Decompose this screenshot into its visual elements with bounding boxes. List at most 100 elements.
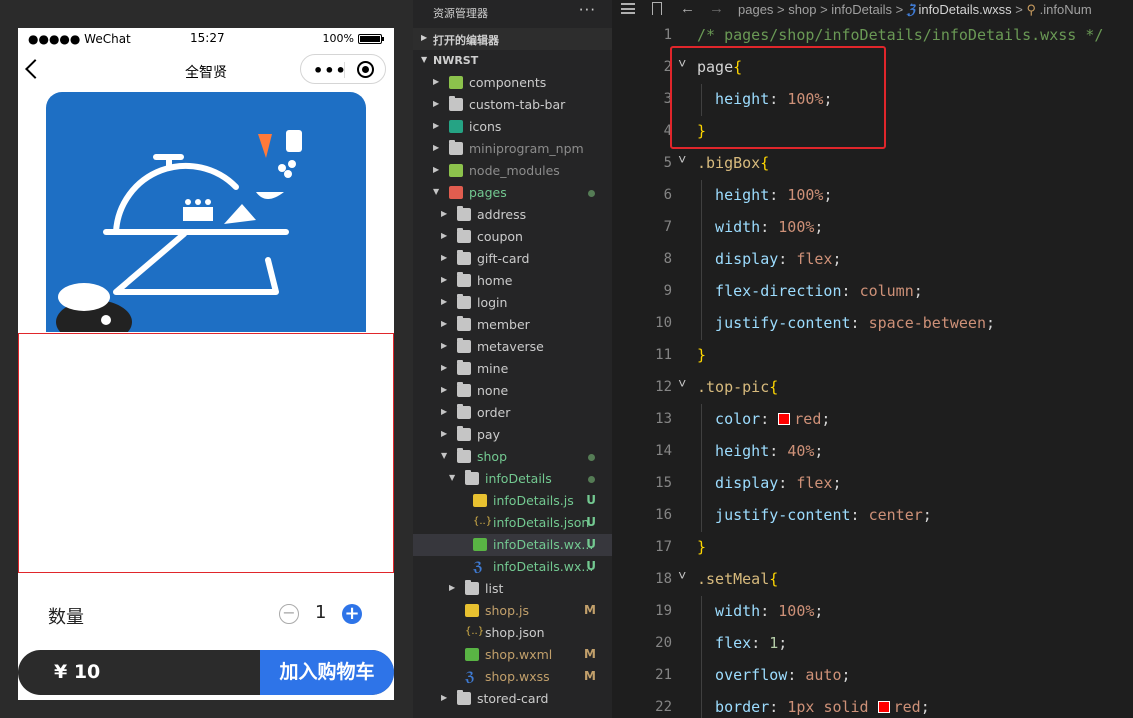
tree-item[interactable]: ▶ list [413, 578, 612, 600]
color-swatch-icon[interactable] [877, 701, 890, 713]
fold-chevron-icon[interactable]: ˅ [678, 376, 686, 393]
folder-icon [449, 120, 463, 133]
chevron-right-icon[interactable]: ▶ [433, 99, 439, 108]
color-swatch-icon[interactable] [778, 413, 791, 425]
tree-item[interactable]: {..} shop.json [413, 622, 612, 644]
fold-chevron-icon[interactable]: ˅ [678, 152, 686, 169]
tree-item[interactable]: ▶ metaverse [413, 336, 612, 358]
tree-item[interactable]: ℨinfoDetails.wx... U [413, 556, 612, 578]
tree-item[interactable]: ▶ coupon [413, 226, 612, 248]
code-token: { [769, 378, 779, 396]
breadcrumb-segment[interactable]: infoDetails [831, 2, 892, 17]
fold-chevron-icon[interactable]: ˅ [678, 568, 686, 585]
tree-item[interactable]: infoDetails.js U [413, 490, 612, 512]
chevron-right-icon[interactable]: ▶ [433, 165, 439, 174]
tree-item[interactable]: shop.js M [413, 600, 612, 622]
list-icon[interactable] [621, 3, 635, 14]
tree-item[interactable]: ▶ components [413, 72, 612, 94]
breadcrumb-file[interactable]: infoDetails.wxss [918, 2, 1011, 17]
tree-item[interactable]: infoDetails.wx... U [413, 534, 612, 556]
chevron-right-icon[interactable]: ▶ [441, 297, 447, 306]
chevron-right-icon[interactable]: ▶ [441, 319, 447, 328]
chevron-down-icon[interactable]: ▼ [449, 473, 455, 482]
code-line: 13 color: red; [612, 404, 1133, 436]
code-token: : [778, 250, 797, 268]
code-token: red [794, 410, 822, 428]
increase-quantity-icon[interactable]: + [342, 604, 362, 624]
tree-item[interactable]: ▶ pay [413, 424, 612, 446]
decrease-quantity-icon[interactable]: − [279, 604, 299, 624]
code-token: red [893, 698, 921, 716]
tree-item[interactable]: ▶ address [413, 204, 612, 226]
code-token: solid [823, 698, 869, 716]
folder-icon [449, 140, 463, 155]
modified-dot-icon [588, 454, 595, 461]
chevron-right-icon[interactable]: ▶ [441, 693, 447, 702]
chevron-right-icon[interactable]: ▶ [441, 275, 447, 284]
git-status-badge: M [584, 647, 596, 661]
quantity-value: 1 [315, 602, 327, 623]
tree-item[interactable]: ▶ member [413, 314, 612, 336]
back-arrow-icon[interactable]: ← [680, 0, 695, 17]
tree-item-label: member [477, 317, 530, 332]
chevron-right-icon[interactable]: ▶ [441, 407, 447, 416]
explorer-more-icon[interactable]: ··· [579, 1, 596, 19]
tree-item-label: shop [477, 449, 508, 464]
code-token: ; [832, 250, 842, 268]
chevron-down-icon[interactable]: ▼ [433, 187, 439, 196]
add-to-cart-button[interactable]: 加入购物车 [260, 650, 394, 695]
open-editors-section[interactable]: ▶ 打开的编辑器 [413, 28, 612, 50]
tree-item[interactable]: ▶ icons [413, 116, 612, 138]
chevron-right-icon[interactable]: ▶ [441, 363, 447, 372]
tree-item[interactable]: ▶ order [413, 402, 612, 424]
breadcrumb-segment[interactable]: pages [738, 2, 773, 17]
chevron-right-icon[interactable]: ▶ [441, 385, 447, 394]
chevron-right-icon[interactable]: ▶ [441, 341, 447, 350]
tree-item[interactable]: ▶ home [413, 270, 612, 292]
tree-item[interactable]: ▶ node_modules [413, 160, 612, 182]
code-token: flex-direction [697, 282, 842, 300]
more-dots-icon[interactable]: ••• [313, 61, 347, 80]
forward-arrow-icon[interactable]: → [709, 0, 724, 17]
tree-item[interactable]: ▶ miniprogram_npm [413, 138, 612, 160]
folder-icon [457, 316, 471, 331]
close-target-icon[interactable] [357, 61, 374, 78]
tree-item[interactable]: ▶ login [413, 292, 612, 314]
breadcrumb-symbol[interactable]: .infoNum [1040, 2, 1092, 17]
line-number: 7 [663, 219, 672, 235]
code-text: .setMeal{ [697, 570, 778, 588]
tree-item[interactable]: {..} infoDetails.json U [413, 512, 612, 534]
folder-icon [465, 580, 479, 595]
chevron-right-icon[interactable]: ▶ [441, 429, 447, 438]
folder-icon [457, 690, 471, 705]
chevron-right-icon[interactable]: ▶ [441, 231, 447, 240]
tree-item[interactable]: ▶ none [413, 380, 612, 402]
chevron-right-icon[interactable]: ▶ [433, 143, 439, 152]
tree-item[interactable]: ▼ shop [413, 446, 612, 468]
code-token: justify-content [697, 314, 851, 332]
explorer-title: 资源管理器 [433, 7, 488, 20]
tree-item[interactable]: shop.wxml M [413, 644, 612, 666]
tree-item[interactable]: ▼ pages [413, 182, 612, 204]
chevron-down-icon[interactable]: ▼ [441, 451, 447, 460]
tree-item[interactable]: ▼ infoDetails [413, 468, 612, 490]
git-status-badge: U [586, 493, 596, 507]
file-explorer: 资源管理器 ··· ▶ 打开的编辑器 ▼ NWRST ▶ components ▶ c… [413, 0, 612, 718]
explorer-header: 资源管理器 ··· [413, 0, 612, 26]
breadcrumb-segment[interactable]: shop [788, 2, 816, 17]
chevron-right-icon[interactable]: ▶ [441, 209, 447, 218]
tree-item[interactable]: ▶ gift-card [413, 248, 612, 270]
tree-item[interactable]: ℨshop.wxss M [413, 666, 612, 688]
project-section[interactable]: ▼ NWRST [413, 50, 612, 72]
chevron-right-icon[interactable]: ▶ [433, 77, 439, 86]
chevron-right-icon[interactable]: ▶ [441, 253, 447, 262]
bookmark-icon[interactable] [652, 2, 662, 15]
tree-item[interactable]: ▶ mine [413, 358, 612, 380]
annotation-highlight-box [670, 46, 886, 149]
chevron-right-icon[interactable]: ▶ [449, 583, 455, 592]
folder-icon [449, 164, 463, 177]
chevron-right-icon[interactable]: ▶ [433, 121, 439, 130]
code-token: column [859, 282, 914, 300]
tree-item[interactable]: ▶ custom-tab-bar [413, 94, 612, 116]
tree-item[interactable]: ▶ stored-card [413, 688, 612, 710]
